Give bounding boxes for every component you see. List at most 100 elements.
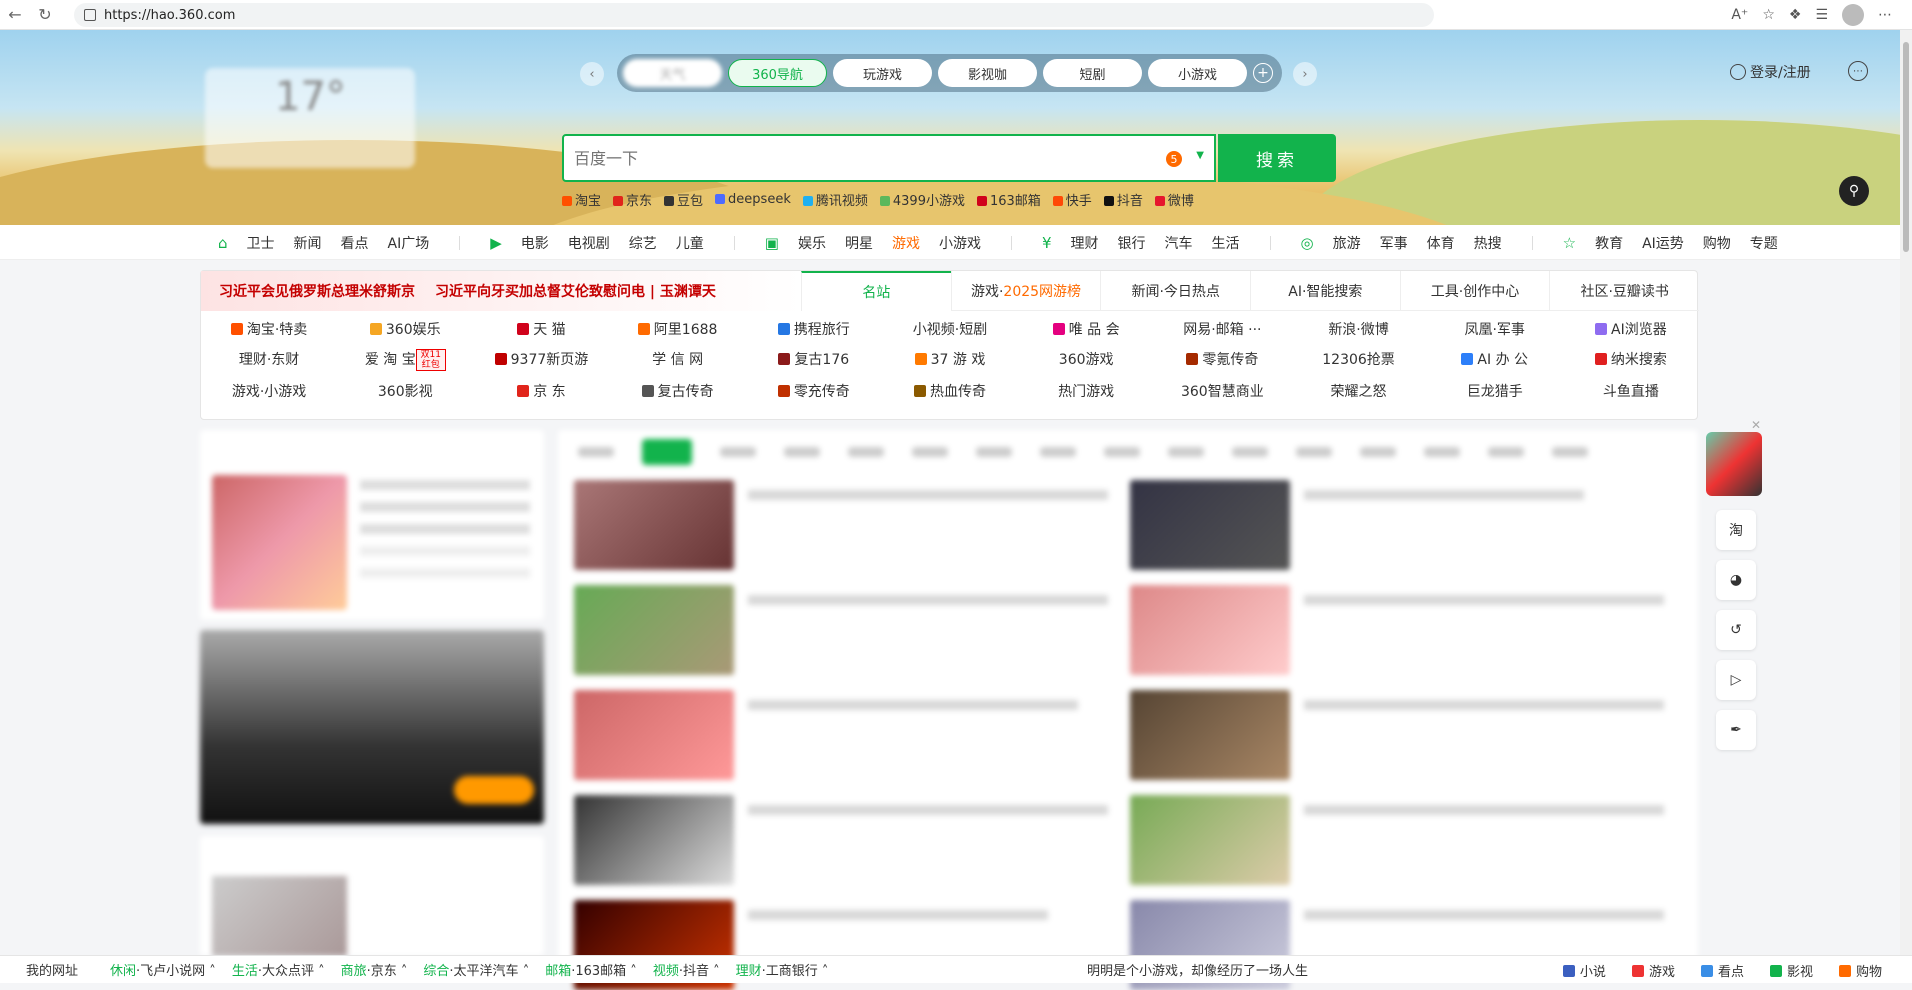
page-scrollbar[interactable] [1900, 30, 1912, 955]
tab-short-drama[interactable]: 短剧 [1043, 59, 1142, 87]
category-link[interactable]: AI运势 [1642, 233, 1684, 253]
quick-link[interactable]: deepseek [715, 192, 791, 207]
site-link[interactable]: AI 办 公 [1427, 349, 1563, 371]
refresh-icon[interactable]: ↺ [1716, 610, 1756, 650]
site-link[interactable]: 淘宝·特卖 [201, 319, 337, 339]
extensions-icon[interactable]: ❖ [1789, 7, 1802, 23]
feed-tab[interactable] [848, 447, 884, 457]
feed-text[interactable] [1304, 910, 1664, 920]
bottom-link[interactable]: 商旅·京东 ˄ [341, 960, 408, 979]
bottom-link[interactable]: 综合·太平洋汽车 ˄ [423, 960, 529, 979]
bottom-right-link[interactable]: 看点 [1700, 961, 1744, 980]
feed-tab[interactable] [720, 447, 756, 457]
feed-text[interactable] [1304, 595, 1664, 605]
feed-thumbnail[interactable] [574, 585, 734, 675]
quick-link[interactable]: 京东 [613, 190, 652, 209]
tab-mini-games[interactable]: 小游戏 [1148, 59, 1247, 87]
ad-button[interactable] [454, 776, 534, 804]
eye-icon[interactable]: ◕ [1716, 560, 1756, 600]
site-link[interactable]: 37 游 戏 [882, 349, 1018, 371]
add-tab-icon[interactable]: + [1253, 63, 1273, 83]
bottom-link[interactable]: 邮箱·163邮箱 ˄ [545, 960, 637, 979]
site-link[interactable]: 360智慧商业 [1154, 381, 1290, 401]
site-link[interactable]: 12306抢票 [1290, 349, 1426, 371]
site-link[interactable]: 新浪·微博 [1290, 319, 1426, 339]
feed-thumbnail[interactable] [1130, 795, 1290, 885]
close-icon[interactable]: ✕ [1751, 418, 1761, 432]
category-link[interactable]: 电视剧 [568, 233, 610, 253]
tabs-next-icon[interactable]: › [1293, 62, 1317, 86]
feed-tab[interactable] [912, 447, 948, 457]
site-link[interactable]: 复古176 [746, 349, 882, 371]
site-link[interactable]: 爱 淘 宝双11红包 [337, 349, 473, 371]
scrollbar-thumb[interactable] [1903, 42, 1909, 252]
site-link[interactable]: 360娱乐 [337, 319, 473, 339]
category-link[interactable]: 银行 [1118, 233, 1146, 253]
site-link[interactable]: 荣耀之怒 [1290, 381, 1426, 401]
feed-text[interactable] [1304, 700, 1664, 710]
feather-icon[interactable]: ✒ [1716, 710, 1756, 750]
site-link[interactable]: 纳米搜索 [1563, 349, 1699, 371]
address-bar[interactable]: https://hao.360.com [74, 3, 1434, 27]
bottom-link[interactable]: 休闲·飞卢小说网 ˄ [110, 960, 216, 979]
profile-avatar[interactable] [1842, 4, 1864, 26]
site-link[interactable]: 京 东 [473, 381, 609, 401]
site-link[interactable]: 巨龙猎手 [1427, 381, 1563, 401]
quick-link[interactable]: 4399小游戏 [879, 190, 965, 209]
site-link[interactable]: 小视频·短剧 [882, 319, 1018, 339]
category-link[interactable]: 综艺 [629, 233, 657, 253]
tabs-prev-icon[interactable]: ‹ [580, 62, 604, 86]
category-link[interactable]: 明星 [845, 233, 873, 253]
site-link[interactable]: AI浏览器 [1563, 319, 1699, 339]
feed-thumbnail[interactable] [574, 480, 734, 570]
play-icon[interactable]: ▷ [1716, 660, 1756, 700]
category-link[interactable]: 军事 [1380, 233, 1408, 253]
login-link[interactable]: 登录/注册 [1730, 62, 1811, 82]
category-link[interactable]: 电影 [521, 233, 549, 253]
site-link[interactable]: 9377新页游 [473, 349, 609, 371]
category-link[interactable]: 小游戏 [939, 233, 981, 253]
site-link[interactable]: 天 猫 [473, 319, 609, 339]
search-input[interactable] [564, 138, 1144, 178]
feed-tab[interactable] [976, 447, 1012, 457]
feed-card[interactable] [200, 836, 544, 956]
bottom-right-link[interactable]: 小说 [1562, 961, 1606, 980]
bottom-right-link[interactable]: 购物 [1838, 961, 1882, 980]
site-link[interactable]: 学 信 网 [610, 349, 746, 371]
feed-tab[interactable] [1296, 447, 1332, 457]
site-link[interactable]: 360游戏 [1018, 349, 1154, 371]
more-icon[interactable]: ⋯ [1848, 61, 1868, 81]
feed-thumbnail[interactable] [574, 795, 734, 885]
feed-tab[interactable] [1232, 447, 1268, 457]
feed-thumbnail[interactable] [1130, 690, 1290, 780]
site-link[interactable]: 网易·邮箱 ··· [1154, 319, 1290, 339]
feed-text[interactable] [1304, 490, 1584, 500]
feed-text[interactable] [748, 595, 1108, 605]
site-link[interactable]: 斗鱼直播 [1563, 381, 1699, 401]
feed-text[interactable] [748, 700, 1078, 710]
tab-games[interactable]: 玩游戏 [833, 59, 932, 87]
site-link[interactable]: 凤凰·军事 [1427, 319, 1563, 339]
feed-tab[interactable] [1552, 447, 1588, 457]
site-link[interactable]: 360影视 [337, 381, 473, 401]
favorites-list-icon[interactable]: ☰ [1815, 7, 1828, 23]
back-icon[interactable]: ← [0, 0, 30, 30]
category-link[interactable]: 看点 [341, 233, 369, 253]
feed-tab[interactable] [1168, 447, 1204, 457]
site-link[interactable]: 理财·东财 [201, 349, 337, 371]
site-link[interactable]: 零充传奇 [746, 381, 882, 401]
feed-text[interactable] [748, 490, 1108, 500]
category-link[interactable]: 热搜 [1474, 233, 1502, 253]
hot-tab[interactable]: 新闻·今日热点 [1100, 270, 1250, 311]
site-link[interactable]: 唯 品 会 [1018, 319, 1154, 339]
feed-text[interactable] [1304, 805, 1664, 815]
hot-tab[interactable]: 社区·豆瓣读书 [1549, 270, 1699, 311]
feed-tab[interactable] [1488, 447, 1524, 457]
category-link[interactable]: 儿童 [676, 233, 704, 253]
bottom-right-link[interactable]: 游戏 [1631, 961, 1675, 980]
feed-tab[interactable] [1360, 447, 1396, 457]
category-link[interactable]: 旅游 [1333, 233, 1361, 253]
tab-weather[interactable]: 天气 [623, 59, 722, 87]
engine-dropdown-icon[interactable]: ▼ [1196, 150, 1204, 161]
category-link[interactable]: 娱乐 [798, 233, 826, 253]
